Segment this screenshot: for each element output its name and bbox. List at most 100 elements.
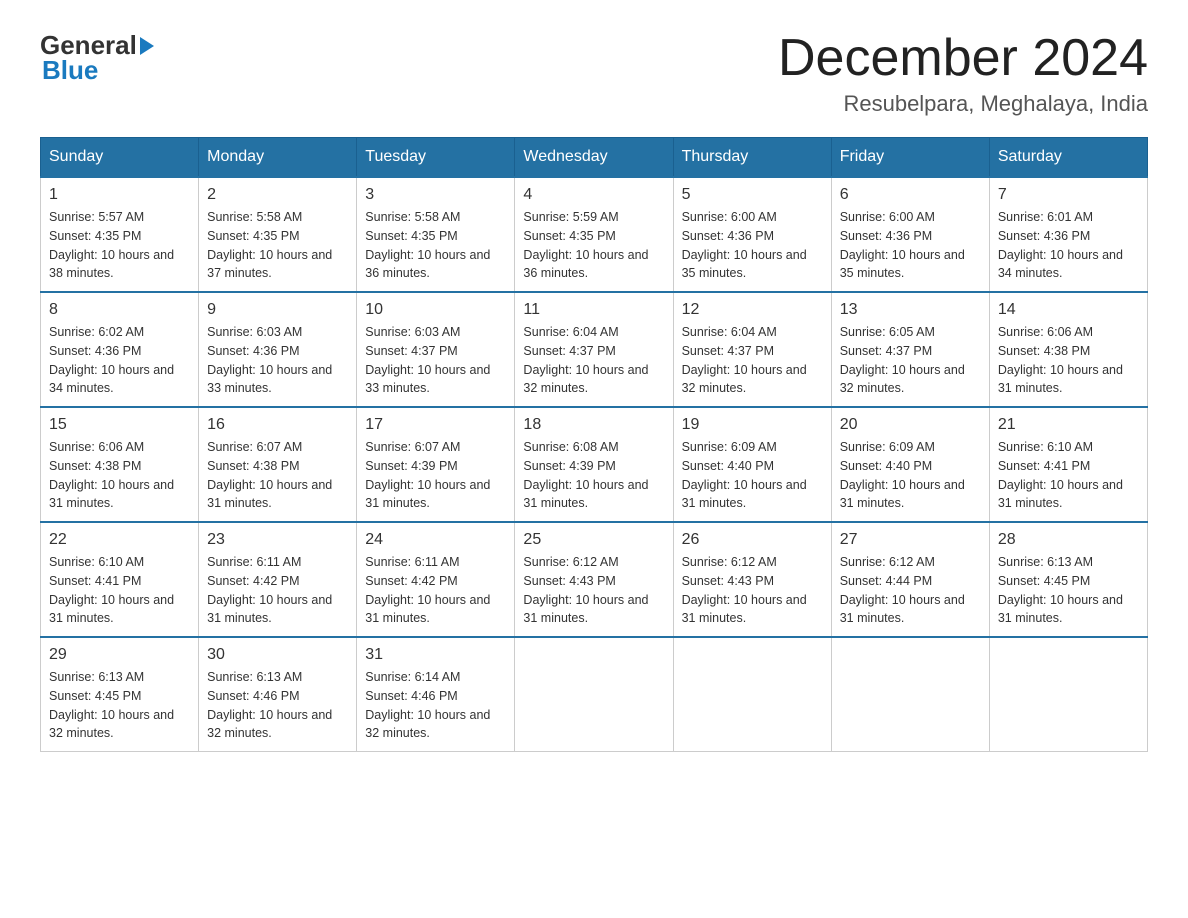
logo-blue-text: Blue xyxy=(42,55,98,85)
day-number: 15 xyxy=(49,416,190,434)
weekday-header-sunday: Sunday xyxy=(41,138,199,178)
calendar-cell: 13 Sunrise: 6:05 AMSunset: 4:37 PMDaylig… xyxy=(831,292,989,407)
day-number: 7 xyxy=(998,186,1139,204)
day-number: 2 xyxy=(207,186,348,204)
day-number: 1 xyxy=(49,186,190,204)
day-info: Sunrise: 6:04 AMSunset: 4:37 PMDaylight:… xyxy=(523,323,664,398)
calendar-cell: 30 Sunrise: 6:13 AMSunset: 4:46 PMDaylig… xyxy=(199,637,357,752)
day-number: 14 xyxy=(998,301,1139,319)
calendar-cell xyxy=(989,637,1147,752)
day-info: Sunrise: 6:07 AMSunset: 4:38 PMDaylight:… xyxy=(207,438,348,513)
page-header: General Blue December 2024 Resubelpara, … xyxy=(40,30,1148,117)
day-number: 9 xyxy=(207,301,348,319)
day-number: 17 xyxy=(365,416,506,434)
calendar-cell: 12 Sunrise: 6:04 AMSunset: 4:37 PMDaylig… xyxy=(673,292,831,407)
calendar-cell: 5 Sunrise: 6:00 AMSunset: 4:36 PMDayligh… xyxy=(673,177,831,292)
day-number: 28 xyxy=(998,531,1139,549)
weekday-header-row: SundayMondayTuesdayWednesdayThursdayFrid… xyxy=(41,138,1148,178)
calendar-cell: 29 Sunrise: 6:13 AMSunset: 4:45 PMDaylig… xyxy=(41,637,199,752)
calendar-cell: 6 Sunrise: 6:00 AMSunset: 4:36 PMDayligh… xyxy=(831,177,989,292)
day-info: Sunrise: 6:06 AMSunset: 4:38 PMDaylight:… xyxy=(49,438,190,513)
day-number: 18 xyxy=(523,416,664,434)
day-number: 27 xyxy=(840,531,981,549)
logo-arrow-icon xyxy=(140,37,154,55)
calendar-cell: 19 Sunrise: 6:09 AMSunset: 4:40 PMDaylig… xyxy=(673,407,831,522)
day-number: 31 xyxy=(365,646,506,664)
calendar-cell: 23 Sunrise: 6:11 AMSunset: 4:42 PMDaylig… xyxy=(199,522,357,637)
day-info: Sunrise: 6:13 AMSunset: 4:46 PMDaylight:… xyxy=(207,668,348,743)
day-info: Sunrise: 6:13 AMSunset: 4:45 PMDaylight:… xyxy=(998,553,1139,628)
day-info: Sunrise: 5:58 AMSunset: 4:35 PMDaylight:… xyxy=(207,208,348,283)
day-info: Sunrise: 6:13 AMSunset: 4:45 PMDaylight:… xyxy=(49,668,190,743)
day-info: Sunrise: 6:00 AMSunset: 4:36 PMDaylight:… xyxy=(682,208,823,283)
calendar-cell xyxy=(831,637,989,752)
calendar-cell: 9 Sunrise: 6:03 AMSunset: 4:36 PMDayligh… xyxy=(199,292,357,407)
day-info: Sunrise: 6:03 AMSunset: 4:37 PMDaylight:… xyxy=(365,323,506,398)
calendar-cell: 1 Sunrise: 5:57 AMSunset: 4:35 PMDayligh… xyxy=(41,177,199,292)
day-number: 8 xyxy=(49,301,190,319)
day-info: Sunrise: 6:11 AMSunset: 4:42 PMDaylight:… xyxy=(365,553,506,628)
day-number: 26 xyxy=(682,531,823,549)
calendar-cell: 15 Sunrise: 6:06 AMSunset: 4:38 PMDaylig… xyxy=(41,407,199,522)
calendar-cell: 4 Sunrise: 5:59 AMSunset: 4:35 PMDayligh… xyxy=(515,177,673,292)
day-info: Sunrise: 6:10 AMSunset: 4:41 PMDaylight:… xyxy=(998,438,1139,513)
calendar-cell: 8 Sunrise: 6:02 AMSunset: 4:36 PMDayligh… xyxy=(41,292,199,407)
day-info: Sunrise: 6:11 AMSunset: 4:42 PMDaylight:… xyxy=(207,553,348,628)
calendar-cell: 25 Sunrise: 6:12 AMSunset: 4:43 PMDaylig… xyxy=(515,522,673,637)
calendar-table: SundayMondayTuesdayWednesdayThursdayFrid… xyxy=(40,137,1148,752)
calendar-cell xyxy=(673,637,831,752)
day-info: Sunrise: 6:09 AMSunset: 4:40 PMDaylight:… xyxy=(840,438,981,513)
weekday-header-friday: Friday xyxy=(831,138,989,178)
day-info: Sunrise: 6:01 AMSunset: 4:36 PMDaylight:… xyxy=(998,208,1139,283)
week-row-3: 15 Sunrise: 6:06 AMSunset: 4:38 PMDaylig… xyxy=(41,407,1148,522)
day-info: Sunrise: 5:57 AMSunset: 4:35 PMDaylight:… xyxy=(49,208,190,283)
day-info: Sunrise: 6:04 AMSunset: 4:37 PMDaylight:… xyxy=(682,323,823,398)
day-info: Sunrise: 6:08 AMSunset: 4:39 PMDaylight:… xyxy=(523,438,664,513)
day-number: 10 xyxy=(365,301,506,319)
logo: General Blue xyxy=(40,30,157,86)
calendar-cell: 22 Sunrise: 6:10 AMSunset: 4:41 PMDaylig… xyxy=(41,522,199,637)
day-info: Sunrise: 6:09 AMSunset: 4:40 PMDaylight:… xyxy=(682,438,823,513)
calendar-cell: 3 Sunrise: 5:58 AMSunset: 4:35 PMDayligh… xyxy=(357,177,515,292)
day-info: Sunrise: 6:03 AMSunset: 4:36 PMDaylight:… xyxy=(207,323,348,398)
weekday-header-wednesday: Wednesday xyxy=(515,138,673,178)
day-info: Sunrise: 6:00 AMSunset: 4:36 PMDaylight:… xyxy=(840,208,981,283)
week-row-2: 8 Sunrise: 6:02 AMSunset: 4:36 PMDayligh… xyxy=(41,292,1148,407)
calendar-cell: 2 Sunrise: 5:58 AMSunset: 4:35 PMDayligh… xyxy=(199,177,357,292)
day-number: 4 xyxy=(523,186,664,204)
day-info: Sunrise: 6:10 AMSunset: 4:41 PMDaylight:… xyxy=(49,553,190,628)
week-row-4: 22 Sunrise: 6:10 AMSunset: 4:41 PMDaylig… xyxy=(41,522,1148,637)
day-info: Sunrise: 6:14 AMSunset: 4:46 PMDaylight:… xyxy=(365,668,506,743)
day-info: Sunrise: 6:12 AMSunset: 4:43 PMDaylight:… xyxy=(523,553,664,628)
calendar-cell: 10 Sunrise: 6:03 AMSunset: 4:37 PMDaylig… xyxy=(357,292,515,407)
day-number: 6 xyxy=(840,186,981,204)
weekday-header-tuesday: Tuesday xyxy=(357,138,515,178)
calendar-cell: 24 Sunrise: 6:11 AMSunset: 4:42 PMDaylig… xyxy=(357,522,515,637)
day-number: 12 xyxy=(682,301,823,319)
day-number: 11 xyxy=(523,301,664,319)
calendar-cell: 17 Sunrise: 6:07 AMSunset: 4:39 PMDaylig… xyxy=(357,407,515,522)
calendar-cell xyxy=(515,637,673,752)
day-info: Sunrise: 6:12 AMSunset: 4:43 PMDaylight:… xyxy=(682,553,823,628)
calendar-cell: 31 Sunrise: 6:14 AMSunset: 4:46 PMDaylig… xyxy=(357,637,515,752)
location-text: Resubelpara, Meghalaya, India xyxy=(778,91,1148,117)
day-number: 29 xyxy=(49,646,190,664)
day-number: 19 xyxy=(682,416,823,434)
calendar-cell: 20 Sunrise: 6:09 AMSunset: 4:40 PMDaylig… xyxy=(831,407,989,522)
day-info: Sunrise: 6:05 AMSunset: 4:37 PMDaylight:… xyxy=(840,323,981,398)
calendar-cell: 14 Sunrise: 6:06 AMSunset: 4:38 PMDaylig… xyxy=(989,292,1147,407)
week-row-1: 1 Sunrise: 5:57 AMSunset: 4:35 PMDayligh… xyxy=(41,177,1148,292)
month-title: December 2024 xyxy=(778,30,1148,87)
day-info: Sunrise: 6:06 AMSunset: 4:38 PMDaylight:… xyxy=(998,323,1139,398)
calendar-cell: 28 Sunrise: 6:13 AMSunset: 4:45 PMDaylig… xyxy=(989,522,1147,637)
calendar-cell: 27 Sunrise: 6:12 AMSunset: 4:44 PMDaylig… xyxy=(831,522,989,637)
calendar-cell: 21 Sunrise: 6:10 AMSunset: 4:41 PMDaylig… xyxy=(989,407,1147,522)
day-info: Sunrise: 5:59 AMSunset: 4:35 PMDaylight:… xyxy=(523,208,664,283)
day-number: 24 xyxy=(365,531,506,549)
calendar-cell: 7 Sunrise: 6:01 AMSunset: 4:36 PMDayligh… xyxy=(989,177,1147,292)
day-number: 22 xyxy=(49,531,190,549)
day-info: Sunrise: 6:12 AMSunset: 4:44 PMDaylight:… xyxy=(840,553,981,628)
day-info: Sunrise: 5:58 AMSunset: 4:35 PMDaylight:… xyxy=(365,208,506,283)
calendar-cell: 18 Sunrise: 6:08 AMSunset: 4:39 PMDaylig… xyxy=(515,407,673,522)
day-info: Sunrise: 6:07 AMSunset: 4:39 PMDaylight:… xyxy=(365,438,506,513)
